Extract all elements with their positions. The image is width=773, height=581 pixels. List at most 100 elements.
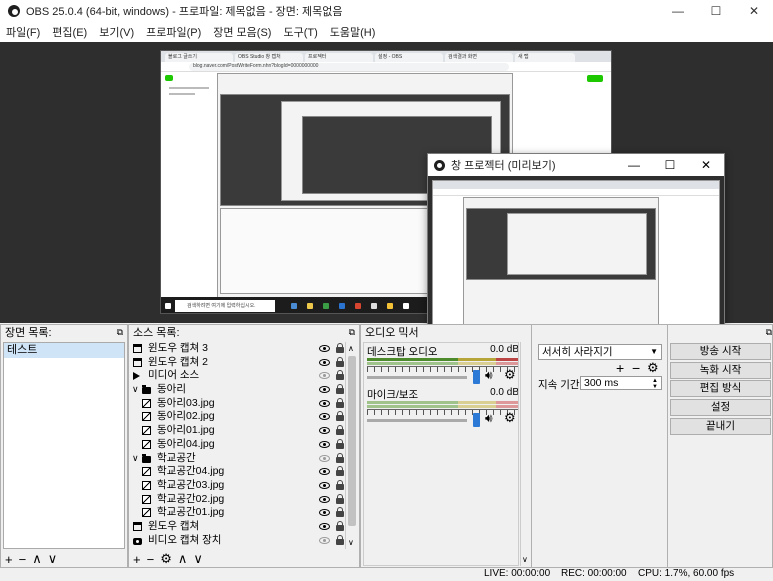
eye-icon[interactable] bbox=[319, 495, 330, 503]
exit-button[interactable]: 끝내기 bbox=[670, 418, 771, 435]
source-item[interactable]: 비디오 캡쳐 장치 bbox=[131, 534, 359, 548]
speaker-icon[interactable]: 🔊︎ bbox=[485, 368, 493, 383]
lock-icon[interactable] bbox=[336, 370, 344, 381]
remove-transition-button[interactable]: − bbox=[632, 360, 640, 376]
volume-slider-handle[interactable] bbox=[473, 370, 480, 384]
sources-scrollbar[interactable]: ∧ ∨ bbox=[345, 342, 357, 549]
source-item[interactable]: 동아리03.jpg bbox=[131, 397, 359, 411]
remove-source-button[interactable]: − bbox=[147, 552, 155, 567]
sources-list[interactable]: 윈도우 캡쳐 3 윈도우 캡쳐 2 미디어 소스 ∨ 동아리 동아리03.jpg 동아리02… bbox=[131, 342, 359, 549]
move-source-down-button[interactable]: ∨ bbox=[193, 551, 203, 567]
menu-help[interactable]: 도움말(H) bbox=[330, 24, 376, 40]
lock-icon[interactable] bbox=[336, 425, 344, 436]
source-item[interactable]: 학교공간04.jpg bbox=[131, 465, 359, 479]
remove-scene-button[interactable]: − bbox=[19, 552, 27, 567]
source-item[interactable]: 학교공간01.jpg bbox=[131, 506, 359, 520]
eye-hidden-icon[interactable] bbox=[319, 454, 330, 462]
minimize-button[interactable]: — bbox=[659, 0, 697, 22]
source-item[interactable]: 학교공간02.jpg bbox=[131, 493, 359, 507]
gear-icon[interactable]: ⚙ bbox=[504, 410, 516, 426]
source-item[interactable]: 윈도우 캡쳐 bbox=[131, 520, 359, 534]
close-button[interactable]: ✕ bbox=[735, 0, 773, 22]
transition-select[interactable]: 서서히 사라지기 ▼ bbox=[538, 344, 662, 360]
eye-icon[interactable] bbox=[319, 440, 330, 448]
eye-hidden-icon[interactable] bbox=[319, 536, 330, 544]
maximize-button[interactable]: ☐ bbox=[697, 0, 735, 22]
source-item[interactable]: ∨ 동아리 bbox=[131, 383, 359, 397]
move-scene-down-button[interactable]: ∨ bbox=[48, 551, 58, 567]
lock-icon[interactable] bbox=[336, 343, 344, 353]
scroll-thumb[interactable] bbox=[348, 356, 356, 526]
menu-edit[interactable]: 편집(E) bbox=[52, 24, 87, 40]
add-scene-button[interactable]: + bbox=[5, 552, 13, 567]
studio-mode-button[interactable]: 편집 방식 bbox=[670, 380, 771, 397]
volume-slider-track[interactable] bbox=[367, 419, 467, 422]
lock-icon[interactable] bbox=[336, 479, 344, 490]
lock-icon[interactable] bbox=[336, 493, 344, 504]
source-item[interactable]: 윈도우 캡쳐 2 bbox=[131, 356, 359, 370]
lock-icon[interactable] bbox=[336, 452, 344, 463]
scroll-up-icon[interactable]: ∧ bbox=[348, 344, 354, 353]
move-source-up-button[interactable]: ∧ bbox=[178, 551, 188, 567]
start-recording-button[interactable]: 녹화 시작 bbox=[670, 362, 771, 379]
dock-float-icon[interactable]: ⧉ bbox=[349, 327, 355, 338]
source-item[interactable]: 동아리01.jpg bbox=[131, 424, 359, 438]
lock-icon[interactable] bbox=[336, 466, 344, 477]
source-item[interactable]: 미디어 소스 bbox=[131, 369, 359, 383]
eye-icon[interactable] bbox=[319, 468, 330, 476]
lock-icon[interactable] bbox=[336, 507, 344, 518]
eye-icon[interactable] bbox=[319, 358, 330, 366]
scenes-list[interactable]: 테스트 bbox=[3, 342, 125, 549]
mixer-scrollbar[interactable]: ∨ bbox=[520, 342, 530, 566]
lock-icon[interactable] bbox=[336, 411, 344, 422]
projector-minimize-button[interactable]: — bbox=[616, 154, 652, 176]
projector-maximize-button[interactable]: ☐ bbox=[652, 154, 688, 176]
lock-icon[interactable] bbox=[336, 520, 344, 531]
volume-slider-handle[interactable] bbox=[473, 413, 480, 427]
projector-close-button[interactable]: ✕ bbox=[688, 154, 724, 176]
eye-icon[interactable] bbox=[319, 345, 330, 352]
dock-float-icon[interactable]: ⧉ bbox=[766, 327, 772, 338]
menu-tools[interactable]: 도구(T) bbox=[283, 24, 317, 40]
transition-gear-icon[interactable]: ⚙ bbox=[647, 360, 659, 376]
start-streaming-button[interactable]: 방송 시작 bbox=[670, 343, 771, 360]
menu-scene-collection[interactable]: 장면 모음(S) bbox=[213, 24, 271, 40]
speaker-icon[interactable]: 🔊︎ bbox=[485, 411, 493, 426]
lock-icon[interactable] bbox=[336, 438, 344, 449]
eye-icon[interactable] bbox=[319, 386, 330, 394]
source-properties-gear-icon[interactable]: ⚙ bbox=[160, 551, 172, 567]
projector-window[interactable]: 창 프로젝터 (미리보기) — ☐ ✕ bbox=[427, 153, 725, 341]
source-item[interactable]: 학교공간03.jpg bbox=[131, 479, 359, 493]
volume-slider-track[interactable] bbox=[367, 376, 467, 379]
settings-button[interactable]: 설정 bbox=[670, 399, 771, 416]
scene-item[interactable]: 테스트 bbox=[4, 343, 124, 358]
eye-icon[interactable] bbox=[319, 427, 330, 435]
lock-icon[interactable] bbox=[336, 534, 344, 545]
eye-icon[interactable] bbox=[319, 481, 330, 489]
add-transition-button[interactable]: + bbox=[616, 360, 624, 376]
eye-hidden-icon[interactable] bbox=[319, 372, 330, 380]
dock-float-icon[interactable]: ⧉ bbox=[117, 327, 123, 338]
menu-view[interactable]: 보기(V) bbox=[99, 24, 134, 40]
menu-file[interactable]: 파일(F) bbox=[6, 24, 40, 40]
eye-icon[interactable] bbox=[319, 413, 330, 421]
spin-arrows-icon[interactable]: ▲ ▼ bbox=[652, 378, 658, 390]
menu-profile[interactable]: 프로파일(P) bbox=[146, 24, 201, 40]
scroll-down-icon[interactable]: ∨ bbox=[348, 538, 354, 547]
source-item[interactable]: 동아리02.jpg bbox=[131, 410, 359, 424]
scroll-down-icon[interactable]: ∨ bbox=[522, 555, 528, 564]
lock-icon[interactable] bbox=[336, 356, 344, 367]
lock-icon[interactable] bbox=[336, 384, 344, 395]
expand-chevron-icon[interactable]: ∨ bbox=[132, 452, 139, 466]
gear-icon[interactable]: ⚙ bbox=[504, 367, 516, 383]
move-scene-up-button[interactable]: ∧ bbox=[32, 551, 42, 567]
eye-icon[interactable] bbox=[319, 522, 330, 530]
source-item[interactable]: 윈도우 캡쳐 3 bbox=[131, 342, 359, 356]
source-item[interactable]: 동아리04.jpg bbox=[131, 438, 359, 452]
expand-chevron-icon[interactable]: ∨ bbox=[132, 383, 139, 397]
eye-icon[interactable] bbox=[319, 399, 330, 407]
eye-icon[interactable] bbox=[319, 509, 330, 517]
add-source-button[interactable]: + bbox=[133, 552, 141, 567]
projector-title-bar[interactable]: 창 프로젝터 (미리보기) — ☐ ✕ bbox=[428, 154, 724, 176]
duration-spinbox[interactable]: 300 ms ▲ ▼ bbox=[580, 376, 662, 390]
